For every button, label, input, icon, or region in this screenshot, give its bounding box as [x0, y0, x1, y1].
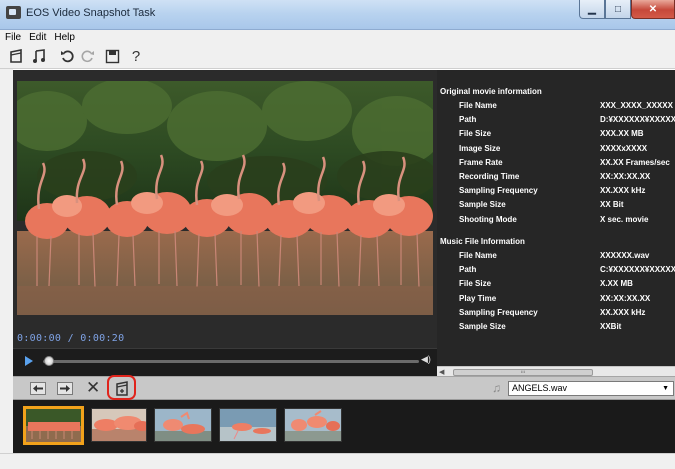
delete-icon[interactable]: ✕ — [86, 378, 100, 398]
info-label: Sample Size — [459, 322, 506, 331]
info-value: D:¥XXXXXX¥XXXXX — [600, 115, 675, 125]
close-button[interactable]: ✕ — [631, 0, 675, 19]
music-info-heading: Music File Information — [440, 237, 525, 246]
info-label: Shooting Mode — [459, 214, 517, 224]
chevron-down-icon: ▼ — [662, 385, 669, 392]
music-note-icon: ♫ — [492, 381, 501, 395]
thumbnail-2[interactable] — [91, 408, 147, 442]
info-value: X sec. movie — [600, 214, 649, 224]
info-value: XX.XX Frames/sec — [600, 157, 670, 167]
toolbar: ? — [0, 44, 675, 69]
edit-control-bar: ✕ ♫ ANGELS.wav ▼ — [13, 375, 675, 400]
save-icon[interactable] — [103, 47, 121, 65]
status-bar — [0, 453, 675, 469]
app-icon — [6, 6, 21, 19]
minimize-button[interactable]: ▁ — [579, 0, 605, 19]
menu-edit[interactable]: Edit — [29, 32, 46, 43]
info-label: Image Size — [459, 143, 501, 153]
info-label: File Size — [459, 129, 492, 139]
info-label: File Name — [459, 101, 497, 110]
info-value: XX Bit — [600, 200, 624, 210]
music-file-select[interactable]: ANGELS.wav ▼ — [508, 381, 674, 396]
window-frame-left — [0, 69, 13, 453]
video-preview-pane: 0:00:00 / 0:00:20 ◀) — [13, 70, 437, 376]
seek-track[interactable] — [43, 360, 419, 363]
music-file-value: ANGELS.wav — [512, 383, 568, 393]
info-label: Recording Time — [459, 172, 520, 181]
add-snapshot-button[interactable] — [107, 375, 136, 400]
rotate-right-icon[interactable] — [79, 47, 97, 65]
info-value: XX:XX:XX.XX — [600, 172, 651, 181]
info-panel: Original movie information File Name XXX_… — [437, 70, 675, 368]
play-icon[interactable] — [25, 356, 33, 366]
info-value: XX.XXX kHz — [600, 307, 646, 317]
save-snapshot-icon[interactable] — [7, 47, 25, 65]
scroll-left-icon[interactable]: ◀ — [439, 368, 444, 376]
info-label: Path — [459, 115, 477, 125]
info-label: Sample Size — [459, 200, 506, 210]
info-label: File Name — [459, 251, 497, 260]
previous-frame-button[interactable] — [30, 382, 46, 395]
info-label: Frame Rate — [459, 157, 503, 167]
info-value: XXXXXX.wav — [600, 251, 650, 260]
help-icon[interactable]: ? — [127, 47, 145, 65]
window-title: EOS Video Snapshot Task — [26, 7, 156, 19]
seek-bar: ◀) — [13, 348, 437, 376]
music-icon[interactable] — [30, 47, 48, 65]
thumbnail-3[interactable] — [154, 408, 212, 442]
video-frame — [17, 81, 433, 315]
movie-info-heading: Original movie information — [440, 87, 542, 96]
info-value: XXBit — [600, 322, 622, 331]
rotate-left-icon[interactable] — [58, 47, 76, 65]
thumbnail-4[interactable] — [219, 408, 277, 442]
scrollbar-thumb[interactable]: ⁞⁞⁞ — [453, 369, 593, 376]
info-value: C:¥XXXXXX¥XXXXX — [600, 265, 675, 275]
info-value: XXXXxXXXX — [600, 143, 648, 153]
menu-file[interactable]: File — [5, 32, 21, 43]
info-value: XXX_XXXX_XXXXX — [600, 101, 673, 110]
menu-help[interactable]: Help — [54, 32, 75, 43]
snapshot-thumbnail-strip — [13, 400, 675, 453]
volume-icon[interactable]: ◀) — [421, 354, 431, 365]
info-label: Sampling Frequency — [459, 307, 538, 317]
info-value: XX.XXX kHz — [600, 186, 646, 196]
title-bar: EOS Video Snapshot Task ▁ □ ✕ — [0, 0, 675, 30]
info-label: File Size — [459, 279, 492, 289]
info-label: Sampling Frequency — [459, 186, 538, 196]
info-label: Play Time — [459, 293, 497, 303]
info-value: XXX.XX MB — [600, 129, 644, 139]
menu-bar: File Edit Help — [0, 30, 675, 44]
info-value: XX:XX:XX.XX — [600, 293, 651, 303]
info-label: Path — [459, 265, 477, 275]
info-value: X.XX MB — [600, 279, 633, 289]
window-controls: ▁ □ ✕ — [579, 0, 675, 20]
thumbnail-5[interactable] — [284, 408, 342, 442]
seek-slider-handle[interactable] — [44, 356, 54, 366]
time-display: 0:00:00 / 0:00:20 — [17, 333, 125, 344]
thumbnail-1[interactable] — [23, 406, 84, 445]
next-frame-button[interactable] — [57, 382, 73, 395]
maximize-button[interactable]: □ — [605, 0, 631, 19]
